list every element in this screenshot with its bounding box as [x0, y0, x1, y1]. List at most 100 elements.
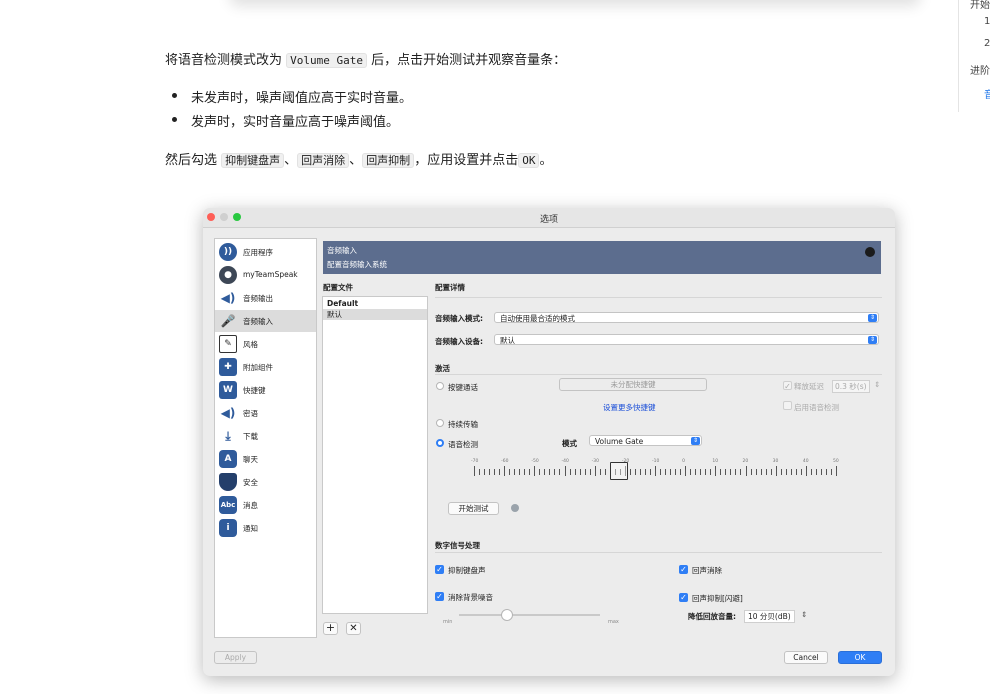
meter-tick-label: -50: [531, 459, 539, 464]
hotkey-button[interactable]: 未分配快捷键: [559, 378, 707, 391]
sidebar-item-playback[interactable]: ◀) 音频输出: [215, 287, 316, 309]
echo-cancel-checkbox[interactable]: ✓: [679, 565, 688, 574]
meter-tick: [549, 469, 551, 475]
toc-item[interactable]: 1: [984, 16, 990, 27]
input-mode-select[interactable]: 自动使用最合适的模式 ⇕: [494, 312, 879, 323]
meter-tick: [695, 469, 697, 475]
toc-item[interactable]: 2: [984, 38, 990, 49]
meter-tick: [534, 466, 536, 476]
ptt-radio[interactable]: [436, 382, 444, 390]
sidebar-item-downloads[interactable]: ⤓ 下载: [215, 425, 316, 447]
instruction-paragraph-2: 然后勾选 抑制键盘声、回声消除、回声抑制 ，应用设置并点击 OK。: [165, 153, 553, 168]
whisper-icon: ◀): [219, 404, 237, 422]
meter-tick: [685, 466, 687, 476]
meter-tick: [765, 469, 767, 475]
apply-button[interactable]: Apply: [214, 651, 257, 664]
meter-tick: [574, 469, 576, 475]
meter-tick: [735, 469, 737, 475]
toc-rail: [958, 0, 959, 112]
echo-reduction-checkbox[interactable]: ✓: [679, 593, 688, 602]
meter-tick: [524, 469, 526, 475]
meter-tick: [690, 469, 692, 475]
voice-activation-radio[interactable]: [436, 439, 444, 447]
sidebar-item-myteamspeak[interactable]: ● myTeamSpeak: [215, 264, 316, 286]
meter-tick: [825, 469, 827, 475]
meter-tick: [795, 469, 797, 475]
add-profile-button[interactable]: +: [323, 622, 338, 635]
meter-tick: [770, 469, 772, 475]
banner-subtitle: 配置音频输入系统: [327, 260, 387, 269]
microphone-icon: [865, 247, 875, 257]
toc-item[interactable]: 进阶: [970, 62, 990, 77]
sidebar-item-whisper[interactable]: ◀) 密语: [215, 402, 316, 424]
profile-item[interactable]: Default: [323, 298, 427, 309]
meter-tick: [730, 469, 732, 475]
echo-cancel-label: 回声消除: [692, 566, 722, 575]
meter-tick: [780, 469, 782, 475]
inline-code: 回声消除: [297, 153, 350, 168]
start-test-button[interactable]: 开始测试: [448, 502, 499, 515]
profile-item-selected[interactable]: 默认: [323, 309, 427, 320]
release-delay-stepper[interactable]: ⇕: [874, 380, 880, 389]
vad-mode-select[interactable]: Volume Gate ⇕: [589, 435, 702, 446]
sidebar-item-notifications[interactable]: i 通知: [215, 517, 316, 539]
meter-tick: [499, 469, 501, 475]
threshold-handle[interactable]: [609, 462, 628, 480]
voice-activation-label: 语音检测: [448, 440, 478, 449]
noise-slider-thumb[interactable]: [501, 609, 513, 621]
remove-profile-button[interactable]: ✕: [346, 622, 361, 635]
release-delay-label: 释放延迟: [794, 382, 824, 391]
meter-tick: [569, 469, 571, 475]
continuous-radio[interactable]: [436, 419, 444, 427]
typing-suppression-label: 抑制键盘声: [448, 566, 486, 575]
meter-tick: [815, 469, 817, 475]
meter-tick: [705, 469, 707, 475]
meter-tick: [785, 469, 787, 475]
meter-tick: [805, 466, 807, 476]
sidebar-item-security[interactable]: 安全: [215, 471, 316, 493]
ptt-voice-detect-checkbox[interactable]: [783, 401, 792, 410]
meter-tick: [484, 469, 486, 475]
profiles-header: 配置文件: [323, 283, 353, 292]
info-icon: i: [219, 519, 237, 537]
divider: [435, 374, 882, 375]
typing-suppression-checkbox[interactable]: ✓: [435, 565, 444, 574]
meter-tick: [725, 469, 727, 475]
speaker-icon: ◀): [219, 289, 237, 307]
input-mode-label: 音频输入模式:: [435, 314, 483, 323]
more-hotkeys-link[interactable]: 设置更多快捷键: [603, 402, 656, 413]
reduce-playback-input[interactable]: 10 分贝(dB): [744, 610, 795, 623]
sidebar-item-addons[interactable]: ✚ 附加组件: [215, 356, 316, 378]
meter-tick: [670, 469, 672, 475]
toc-item[interactable]: 开始: [970, 0, 990, 11]
abc-icon: Abc: [219, 496, 237, 514]
sidebar-item-hotkeys[interactable]: W 快捷键: [215, 379, 316, 401]
toc-item-active[interactable]: 音: [984, 86, 990, 101]
release-delay-input[interactable]: 0.3 秒(s): [832, 380, 870, 393]
sidebar-item-application[interactable]: )) 应用程序: [215, 241, 316, 263]
volume-meter[interactable]: -70 -60 -50 -40 -30 -20 -10 0 10 20 30 40 50: [471, 459, 839, 480]
sidebar-item-chat[interactable]: A 聊天: [215, 448, 316, 470]
meter-tick: [584, 469, 586, 475]
sidebar-item-messages[interactable]: Abc 消息: [215, 494, 316, 516]
reduce-playback-stepper[interactable]: ⇕: [801, 610, 807, 619]
meter-tick: [810, 469, 812, 475]
meter-tick-label: -30: [591, 459, 600, 464]
cancel-button[interactable]: Cancel: [784, 651, 828, 664]
meter-tick-label: 20: [742, 459, 749, 464]
meter-tick: [760, 469, 762, 475]
meter-tick: [539, 469, 541, 475]
noise-slider-track[interactable]: [459, 614, 600, 616]
sidebar-item-design[interactable]: ✎ 风格: [215, 333, 316, 355]
ok-button[interactable]: OK: [838, 651, 882, 664]
meter-tick: [579, 469, 581, 475]
meter-tick: [559, 469, 561, 475]
sidebar-item-capture[interactable]: 🎤 音频输入: [215, 310, 316, 332]
meter-tick-label: -70: [471, 459, 479, 464]
meter-tick: [564, 466, 566, 476]
release-delay-checkbox[interactable]: ✓: [783, 381, 792, 391]
meter-tick: [544, 469, 546, 475]
noise-removal-checkbox[interactable]: ✓: [435, 592, 444, 601]
meter-tick: [715, 466, 717, 476]
input-device-select[interactable]: 默认 ⇕: [494, 334, 879, 345]
